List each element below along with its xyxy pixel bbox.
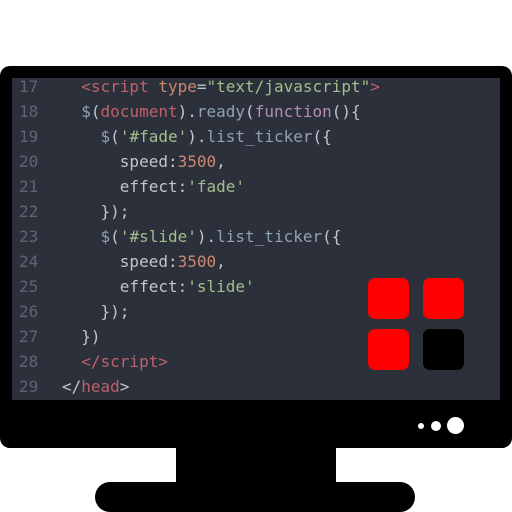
code-token: list_ticker — [206, 127, 313, 146]
code-token: ( — [110, 127, 120, 146]
code-token: ( — [245, 102, 255, 121]
line-number: 20 — [19, 152, 39, 171]
power-button-icon[interactable] — [447, 417, 464, 434]
line-number: 22 — [19, 202, 39, 221]
code-token: "text/javascript" — [206, 78, 371, 96]
black-tile-bottom-right — [423, 329, 464, 370]
code-token: function — [254, 102, 332, 121]
code-text: }); — [62, 299, 130, 324]
line-number: 19 — [19, 127, 39, 146]
code-token: document — [100, 102, 178, 121]
code-text: $(document).ready(function(){ — [62, 99, 361, 124]
line-number: 21 — [19, 177, 39, 196]
code-token: 3500 — [177, 152, 217, 171]
code-token: (){ — [331, 102, 361, 121]
code-token: }) — [62, 327, 101, 346]
indicator-dot-medium-icon — [431, 421, 441, 431]
code-text: effect:'slide' — [62, 274, 255, 299]
code-token: effect: — [62, 277, 188, 296]
red-tile-top-right — [423, 278, 464, 319]
code-text: }) — [62, 324, 101, 349]
red-tile-bottom-left — [368, 329, 409, 370]
code-token: = — [196, 78, 207, 96]
code-text: <script type="text/javascript"> — [62, 78, 380, 99]
code-token: 3500 — [177, 252, 217, 271]
code-token: > — [119, 377, 130, 396]
code-text: </script> — [62, 349, 168, 374]
code-token: 'fade' — [187, 177, 246, 196]
code-token: }); — [62, 302, 130, 321]
code-token: > — [158, 352, 168, 371]
code-token: ready — [196, 102, 246, 121]
code-token: <script — [81, 78, 149, 96]
code-text: $('#fade').list_ticker({ — [62, 124, 332, 149]
code-token: </script — [81, 352, 159, 371]
code-token: head — [81, 377, 120, 396]
monitor-stand-base — [95, 482, 415, 512]
red-tile-top-left — [368, 278, 409, 319]
code-text: }); — [62, 199, 130, 224]
code-text: effect:'fade' — [62, 174, 245, 199]
code-token: </ — [62, 377, 82, 396]
code-token: speed: — [62, 252, 178, 271]
code-token: ({ — [322, 227, 342, 246]
line-number: 18 — [19, 102, 39, 121]
line-number: 28 — [19, 352, 39, 371]
code-text: $('#slide').list_ticker({ — [62, 224, 342, 249]
code-token: 'slide' — [187, 277, 255, 296]
code-token: ). — [196, 227, 217, 246]
code-token: speed: — [62, 152, 178, 171]
line-number: 29 — [19, 377, 39, 396]
code-token: '#fade' — [119, 127, 188, 146]
code-token: list_ticker — [216, 227, 323, 246]
code-token: type — [158, 78, 197, 96]
line-number: 24 — [19, 252, 39, 271]
line-number: 17 — [19, 78, 39, 96]
code-token: ( — [110, 227, 120, 246]
code-token: ( — [90, 102, 101, 121]
code-token: '#slide' — [119, 227, 197, 246]
line-number: 25 — [19, 277, 39, 296]
indicator-dot-small-icon — [418, 423, 424, 429]
code-text: speed:3500, — [62, 249, 226, 274]
code-token: , — [216, 152, 226, 171]
monitor-illustration: 17 <script type="text/javascript"> 18 $(d… — [0, 0, 512, 512]
code-token: }); — [62, 202, 130, 221]
app-grid-icon — [368, 278, 464, 370]
line-number: 27 — [19, 327, 39, 346]
line-number: 26 — [19, 302, 39, 321]
code-token: > — [370, 78, 380, 96]
code-token: $ — [100, 127, 111, 146]
code-token: ({ — [312, 127, 332, 146]
line-number: 23 — [19, 227, 39, 246]
code-token: ). — [177, 102, 197, 121]
code-token: $ — [100, 227, 111, 246]
code-token: , — [216, 252, 226, 271]
code-text: speed:3500, — [62, 149, 226, 174]
code-token: $ — [81, 102, 91, 121]
code-token: effect: — [62, 177, 188, 196]
code-token: ). — [187, 127, 207, 146]
code-text: </head> — [62, 374, 129, 399]
